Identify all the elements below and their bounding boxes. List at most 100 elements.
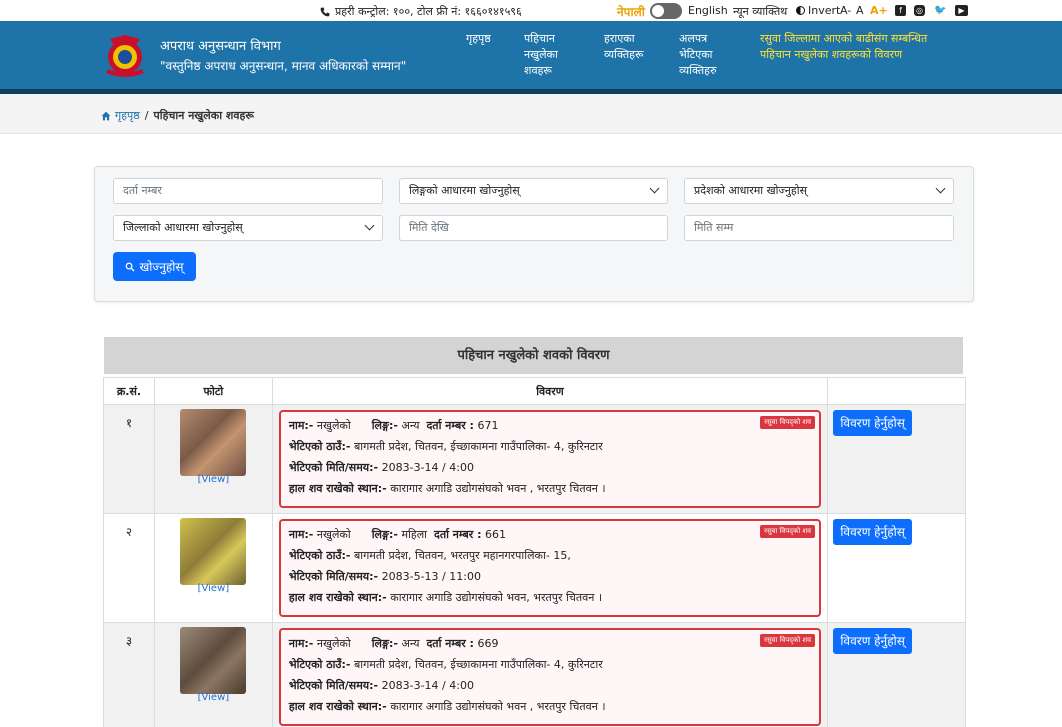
found-place-value: बागमती प्रदेश, चितवन, ईच्छाकामना गाउँपाल…: [353, 440, 603, 453]
name-value: नखुलेको: [316, 528, 351, 541]
breadcrumb: गृहपृष्ठ / पहिचान नखुलेका शवहरू: [101, 108, 254, 123]
hotline-text: प्रहरी कन्ट्रोल: १००, टोल फ्री नं: १६६०१…: [335, 5, 522, 18]
row-detail-cell: रसुवा विपद्को शव नाम:- नखुलेको लिङ्ग:- अ…: [271, 404, 829, 514]
detail-line-date: भेटिएको मिति/समय:- 2083-5-13 / 11:00: [289, 566, 811, 587]
view-details-button[interactable]: विवरण हेर्नुहोस्: [833, 628, 913, 654]
found-place-label: भेटिएको ठाउँ:-: [288, 549, 351, 562]
detail-box: रसुवा विपद्को शव नाम:- नखुलेको लिङ्ग:- अ…: [278, 410, 822, 508]
font-increase-button[interactable]: A+: [870, 4, 888, 17]
name-label: नाम:-: [288, 637, 314, 650]
row-detail-cell: रसुवा विपद्को शव नाम:- नखुलेको लिङ्ग:- म…: [271, 513, 829, 623]
body-location-value: कारागार अगाडि उद्योगसंघको भवन, भरतपुर चि…: [390, 591, 603, 604]
breadcrumb-home[interactable]: गृहपृष्ठ: [101, 108, 140, 123]
body-location-label: हाल शव राखेको स्थान:-: [288, 482, 387, 495]
column-header-action: [827, 377, 966, 405]
body-photo[interactable]: [180, 518, 247, 585]
search-button[interactable]: खोज्नुहोस्: [113, 252, 196, 281]
detail-box: रसुवा विपद्को शव नाम:- नखुलेको लिङ्ग:- अ…: [278, 628, 822, 726]
body-photo[interactable]: [180, 627, 247, 694]
disaster-badge: रसुवा विपद्को शव: [760, 525, 816, 538]
gender-value: अन्य: [401, 637, 420, 650]
registration-number-input[interactable]: दर्ता नम्बर: [113, 178, 383, 204]
language-toggle[interactable]: [650, 3, 682, 19]
accessibility-link[interactable]: न्यून व्याक्तिथ: [733, 4, 787, 19]
site-header: अपराध अनुसन्धान विभाग "वस्तुनिष्ठ अपराध …: [0, 21, 1062, 92]
twitter-icon[interactable]: 🐦: [934, 5, 946, 16]
nav-home[interactable]: गृहपृष्ठ: [466, 31, 491, 47]
records-table: क्र.सं. फोटो विवरण १ [View] रसुवा विपद्क…: [103, 377, 966, 727]
nav-rasuwa-flood-bodies[interactable]: रसुवा जिल्लामा आएको बाढीसंग सम्बन्धित पह…: [760, 31, 930, 63]
detail-line-location: हाल शव राखेको स्थान:- कारागार अगाडि उद्य…: [289, 696, 811, 717]
body-photo[interactable]: [180, 409, 247, 476]
language-nepali[interactable]: नेपाली: [617, 3, 645, 20]
disaster-badge: रसुवा विपद्को शव: [760, 634, 816, 647]
hotline-info: प्रहरी कन्ट्रोल: १००, टोल फ्री नं: १६६०१…: [320, 4, 522, 19]
detail-line-place: भेटिएको ठाउँ:- बागमती प्रदेश, चितवन, ईच्…: [289, 654, 811, 675]
breadcrumb-home-label: गृहपृष्ठ: [115, 109, 140, 122]
nav-abandoned-persons[interactable]: अलपत्र भेटिएका व्यक्तिहरु: [679, 31, 723, 79]
search-icon: [126, 262, 136, 272]
column-header-detail: विवरण: [271, 377, 829, 405]
view-photo-link[interactable]: [View]: [155, 692, 272, 703]
view-photo-link[interactable]: [View]: [155, 474, 272, 485]
organization-name[interactable]: अपराध अनुसन्धान विभाग: [160, 36, 281, 54]
chevron-down-icon: [649, 183, 660, 194]
row-detail-cell: रसुवा विपद्को शव नाम:- नखुलेको लिङ्ग:- अ…: [271, 622, 829, 727]
invert-colors-button[interactable]: Invert: [796, 4, 840, 17]
nav-missing-persons[interactable]: हराएका व्यक्तिहरू: [604, 31, 656, 63]
view-photo-link[interactable]: [View]: [155, 583, 272, 594]
police-logo[interactable]: [100, 33, 150, 81]
row-serial: २: [103, 513, 155, 623]
chevron-down-icon: [935, 183, 946, 194]
instagram-icon[interactable]: ◎: [914, 5, 925, 16]
gender-value: अन्य: [401, 419, 420, 432]
column-header-sn: क्र.सं.: [103, 377, 155, 405]
found-place-label: भेटिएको ठाउँ:-: [288, 440, 351, 453]
row-photo-cell: [View]: [153, 622, 273, 727]
reg-no-label: दर्ता नम्बर :: [426, 419, 474, 432]
found-place-value: बागमती प्रदेश, चितवन, भरतपुर महानगरपालिक…: [353, 549, 571, 562]
found-place-value: बागमती प्रदेश, चितवन, ईच्छाकामना गाउँपाल…: [353, 658, 603, 671]
district-select[interactable]: जिल्लाको आधारमा खोज्नुहोस्: [113, 215, 383, 241]
reg-no-value: 661: [485, 528, 506, 541]
language-english[interactable]: English: [688, 4, 728, 17]
view-details-button[interactable]: विवरण हेर्नुहोस्: [833, 519, 913, 545]
nav-unidentified-bodies[interactable]: पहिचान नखुलेका शवहरू: [524, 31, 574, 79]
reg-no-label: दर्ता नम्बर :: [434, 528, 482, 541]
name-label: नाम:-: [288, 528, 314, 541]
found-date-value: 2083-3-14 / 4:00: [381, 461, 474, 474]
date-to-input[interactable]: मिति सम्म: [684, 215, 954, 241]
detail-line-location: हाल शव राखेको स्थान:- कारागार अगाडि उद्य…: [289, 478, 811, 499]
font-reset-button[interactable]: A: [856, 4, 864, 17]
youtube-icon[interactable]: ▶: [955, 5, 968, 16]
detail-line-date: भेटिएको मिति/समय:- 2083-3-14 / 4:00: [289, 457, 811, 478]
found-date-label: भेटिएको मिति/समय:-: [288, 679, 379, 692]
found-date-value: 2083-5-13 / 11:00: [381, 570, 481, 583]
reg-no-value: 669: [477, 637, 499, 650]
date-from-input[interactable]: मिति देखि: [399, 215, 668, 241]
found-date-value: 2083-3-14 / 4:00: [381, 679, 474, 692]
detail-line-place: भेटिएको ठाउँ:- बागमती प्रदेश, चितवन, भरत…: [289, 545, 811, 566]
home-icon: [101, 111, 111, 120]
table-row: १ [View] रसुवा विपद्को शव नाम:- नखुलेको …: [103, 404, 966, 514]
table-row: ३ [View] रसुवा विपद्को शव नाम:- नखुलेको …: [103, 622, 966, 727]
row-serial: १: [103, 404, 155, 514]
gender-label: लिङ्ग:-: [371, 637, 398, 650]
font-decrease-button[interactable]: A-: [840, 4, 851, 17]
gender-label: लिङ्ग:-: [371, 528, 398, 541]
province-select[interactable]: प्रदेशको आधारमा खोज्नुहोस्: [684, 178, 954, 204]
facebook-icon[interactable]: f: [895, 5, 906, 16]
breadcrumb-bar: गृहपृष्ठ / पहिचान नखुलेका शवहरू: [0, 94, 1062, 134]
body-location-label: हाल शव राखेको स्थान:-: [288, 700, 387, 713]
row-action-cell: विवरण हेर्नुहोस्: [827, 404, 966, 514]
gender-select[interactable]: लिङ्गको आधारमा खोज्नुहोस्: [399, 178, 668, 204]
found-date-label: भेटिएको मिति/समय:-: [288, 461, 379, 474]
detail-line-name: नाम:- नखुलेको लिङ्ग:- अन्य दर्ता नम्बर :…: [289, 633, 811, 654]
view-details-button[interactable]: विवरण हेर्नुहोस्: [833, 410, 913, 436]
gender-select-value: लिङ्गको आधारमा खोज्नुहोस्: [409, 184, 520, 197]
row-photo-cell: [View]: [153, 404, 273, 514]
phone-icon: [320, 7, 330, 16]
detail-line-name: नाम:- नखुलेको लिङ्ग:- अन्य दर्ता नम्बर :…: [289, 415, 811, 436]
gender-value: महिला: [401, 528, 428, 541]
search-panel: दर्ता नम्बर लिङ्गको आधारमा खोज्नुहोस् प्…: [94, 166, 974, 302]
